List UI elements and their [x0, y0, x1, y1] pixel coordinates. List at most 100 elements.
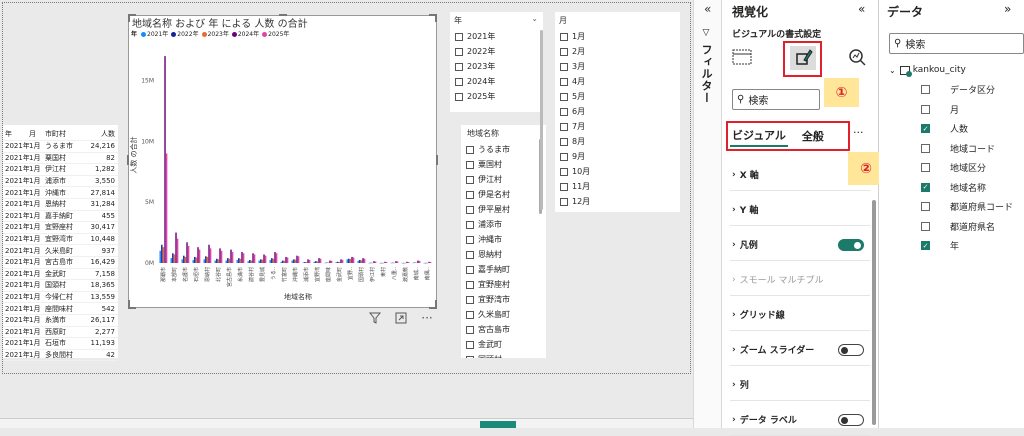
slicer-item[interactable]: 宜野湾市 [461, 292, 546, 307]
slicer-item[interactable]: うるま市 [461, 142, 546, 157]
checkbox[interactable] [455, 62, 463, 71]
slicer-item[interactable]: 2024年 [450, 74, 543, 89]
filters-pane-collapsed[interactable]: « ▽ フィルター [693, 0, 722, 428]
slicer-item[interactable]: 金武町 [461, 337, 546, 352]
checkbox[interactable] [560, 152, 568, 161]
chevron-down-icon[interactable]: ⌄ [889, 66, 896, 75]
checkbox[interactable] [921, 143, 930, 153]
resize-handle[interactable] [435, 300, 437, 308]
table-node[interactable]: ⌄ kankou_city [889, 65, 966, 77]
checkbox[interactable] [455, 32, 463, 41]
checkbox[interactable] [455, 77, 463, 86]
format-section[interactable]: › グリッド線 [732, 308, 872, 322]
slicer-item[interactable]: 8月 [555, 134, 680, 149]
table-row[interactable]: 2021年 1月 国頭村 18,365 [3, 280, 118, 292]
format-section[interactable]: › Y 軸 [732, 203, 872, 217]
resize-handle[interactable] [435, 14, 437, 22]
format-section[interactable]: › 列 [732, 378, 872, 392]
slicer-item[interactable]: 2月 [555, 44, 680, 59]
checkbox[interactable] [560, 137, 568, 146]
table-row[interactable]: 2021年 1月 久米島町 937 [3, 245, 118, 257]
toggle-switch[interactable] [838, 413, 864, 426]
checkbox[interactable] [560, 122, 568, 131]
toggle-switch[interactable] [838, 343, 864, 356]
slicer-item[interactable]: 国頭村 [461, 352, 546, 358]
slicer-item[interactable]: 11月 [555, 179, 680, 194]
checkbox[interactable] [466, 265, 474, 274]
checkbox[interactable] [921, 163, 930, 172]
format-search-input[interactable]: ⚲ 検索 [732, 89, 820, 110]
column-header-city[interactable]: 市町村 [45, 129, 89, 139]
slicer-item[interactable]: 久米島町 [461, 307, 546, 322]
more-options-icon[interactable]: ··· [853, 126, 864, 139]
checkbox[interactable] [921, 104, 930, 114]
slicer-item[interactable]: 恩納村 [461, 247, 546, 262]
format-section[interactable]: › ズーム スライダー [732, 343, 872, 356]
month-slicer[interactable]: 月 1月 2月 3月 4月 5月 6月 7月 8月 9月 10月 11月 12月 [555, 12, 680, 212]
checkbox[interactable] [466, 340, 474, 349]
table-row[interactable]: 2021年 1月 宜野湾市 10,448 [3, 234, 118, 246]
slicer-item[interactable]: 伊江村 [461, 172, 546, 187]
checkbox[interactable] [560, 62, 568, 71]
tab-visual[interactable]: ビジュアル [730, 125, 788, 147]
more-options-icon[interactable]: ··· [417, 310, 437, 326]
table-row[interactable]: 2021年 1月 座間味村 542 [3, 303, 118, 315]
checkbox[interactable] [560, 92, 568, 101]
checkbox[interactable] [455, 47, 463, 56]
collapse-icon[interactable]: » [1004, 2, 1011, 16]
filter-icon[interactable] [365, 310, 385, 326]
expand-filters-icon[interactable]: « [704, 2, 711, 16]
data-field[interactable]: 都道府県名 [921, 220, 995, 233]
table-row[interactable]: 2021年 1月 浦添市 3,550 [3, 176, 118, 188]
slicer-item[interactable]: 4月 [555, 74, 680, 89]
checkbox[interactable] [560, 32, 568, 41]
slicer-item[interactable]: 浦添市 [461, 217, 546, 232]
data-field[interactable]: ✓ 地域名称 [921, 181, 986, 194]
resize-handle[interactable] [127, 155, 129, 165]
table-visual[interactable]: 年 月 市町村 人数 2021年 1月 うるま市 24,216 2021年 1月 粟国村 82… [3, 125, 118, 362]
format-section[interactable]: › 凡例 [732, 238, 872, 251]
checkbox[interactable] [466, 190, 474, 199]
checkbox[interactable] [921, 85, 930, 94]
data-field[interactable]: 月 [921, 103, 959, 116]
table-row[interactable]: 2021年 1月 沖縄市 27,814 [3, 187, 118, 199]
resize-handle[interactable] [128, 14, 130, 22]
table-row[interactable]: 2021年 1月 多良間村 42 [3, 350, 118, 362]
data-field[interactable]: 都道府県コード [921, 200, 1013, 213]
slicer-item[interactable]: 宮古島市 [461, 322, 546, 337]
data-field[interactable]: データ区分 [921, 83, 995, 96]
checkbox[interactable] [466, 355, 474, 358]
checkbox[interactable] [466, 205, 474, 214]
column-header-count[interactable]: 人数 [89, 129, 117, 139]
checkbox[interactable] [466, 310, 474, 319]
slicer-item[interactable]: 沖縄市 [461, 232, 546, 247]
slicer-item[interactable]: 3月 [555, 59, 680, 74]
table-row[interactable]: 2021年 1月 粟国村 82 [3, 153, 118, 165]
tab-general[interactable]: 全般 [800, 126, 826, 146]
slicer-item[interactable]: 宜野座村 [461, 277, 546, 292]
scrollbar-thumb[interactable] [540, 30, 543, 210]
slicer-item[interactable]: 嘉手納町 [461, 262, 546, 277]
build-visual-icon[interactable] [732, 48, 752, 70]
analytics-icon[interactable] [847, 48, 867, 70]
table-row[interactable]: 2021年 1月 糸満市 26,117 [3, 315, 118, 327]
slicer-item[interactable]: 12月 [555, 194, 680, 209]
data-field[interactable]: 地域区分 [921, 161, 986, 174]
checkbox[interactable] [455, 92, 463, 101]
checkbox[interactable] [560, 47, 568, 56]
data-field[interactable]: ✓ 年 [921, 239, 959, 252]
table-row[interactable]: 2021年 1月 宜野座村 30,417 [3, 222, 118, 234]
slicer-item[interactable]: 1月 [555, 29, 680, 44]
table-row[interactable]: 2021年 1月 石垣市 11,193 [3, 338, 118, 350]
checkbox[interactable]: ✓ [921, 124, 930, 133]
slicer-item[interactable]: 伊是名村 [461, 187, 546, 202]
slicer-item[interactable]: 9月 [555, 149, 680, 164]
format-section[interactable]: › X 軸 [732, 168, 872, 182]
scrollbar-thumb[interactable] [872, 200, 876, 425]
format-section[interactable]: › データ ラベル [732, 413, 872, 426]
slicer-item[interactable]: 7月 [555, 119, 680, 134]
slicer-item[interactable]: 伊平屋村 [461, 202, 546, 217]
slicer-item[interactable]: 5月 [555, 89, 680, 104]
data-search-input[interactable]: ⚲ 検索 [889, 33, 1024, 54]
slicer-item[interactable]: 10月 [555, 164, 680, 179]
